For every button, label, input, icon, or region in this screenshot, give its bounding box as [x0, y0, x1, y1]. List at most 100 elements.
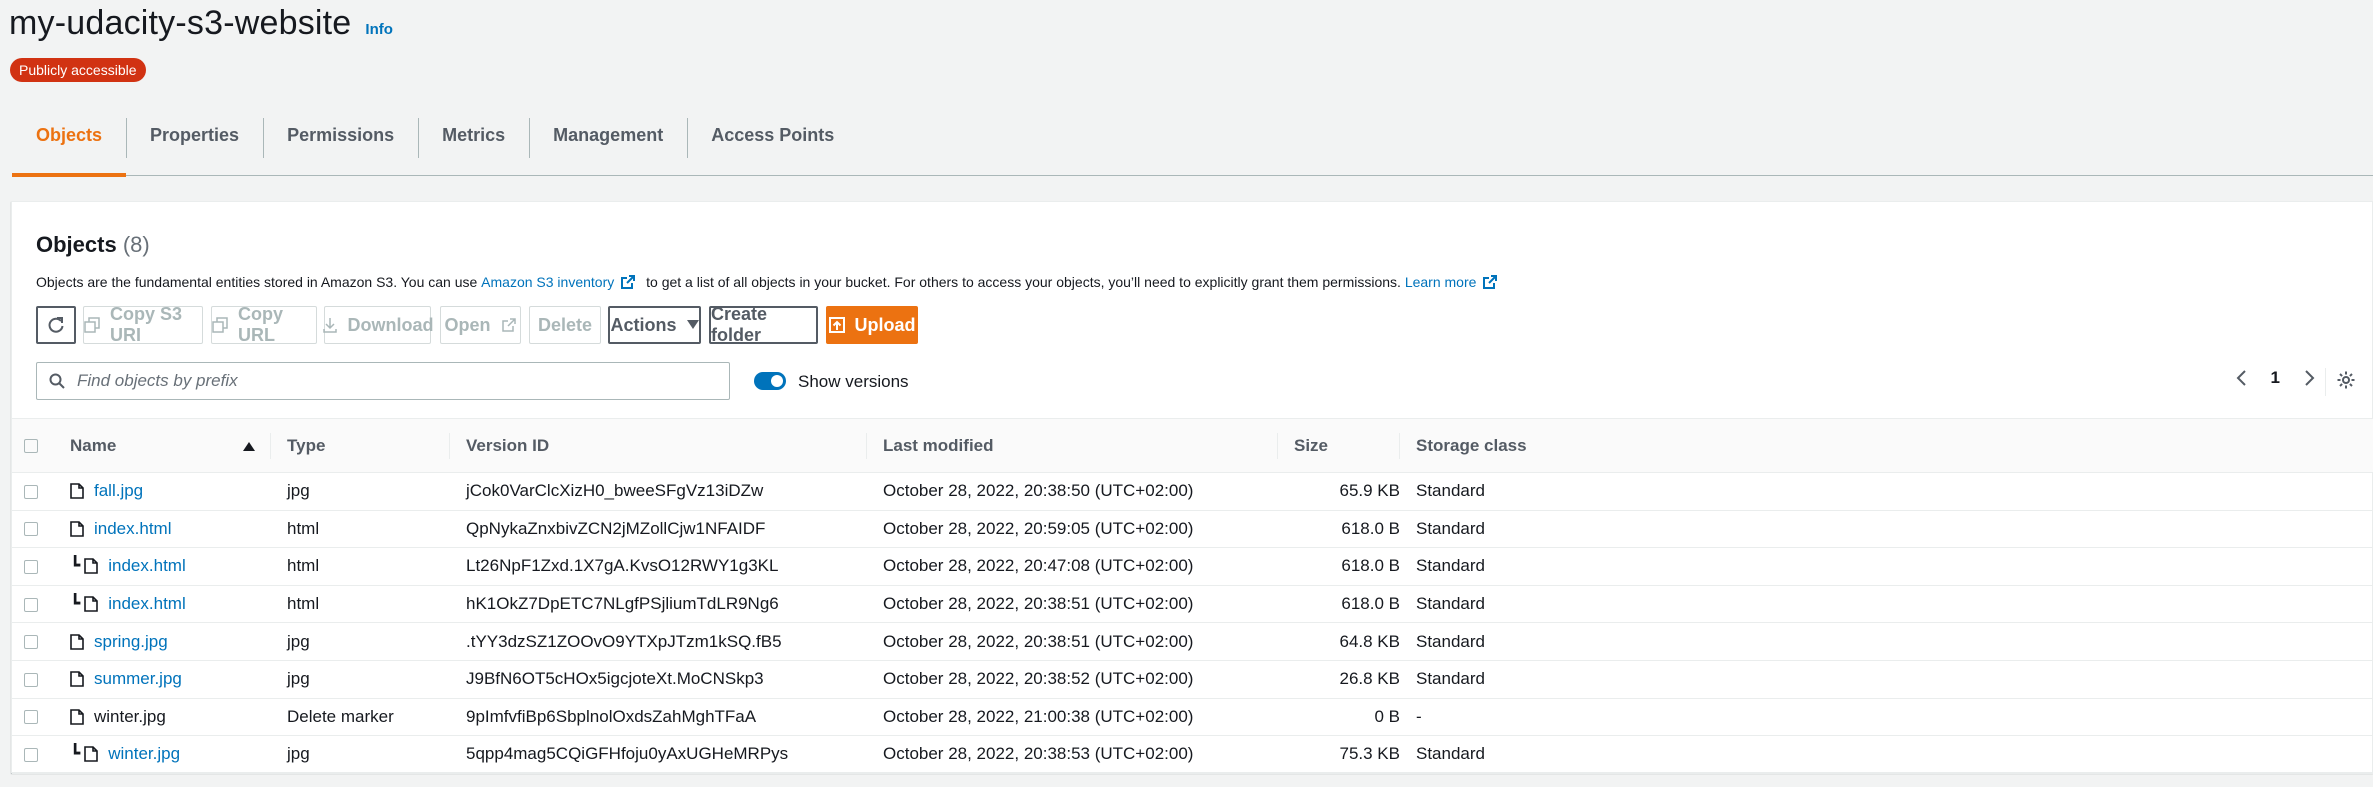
tab-management[interactable]: Management	[529, 112, 687, 176]
button-label: Create folder	[711, 304, 768, 345]
column-label: Storage class	[1416, 435, 1527, 455]
s3-inventory-link[interactable]: Amazon S3 inventory	[481, 274, 614, 290]
panel-description: Objects are the fundamental entities sto…	[36, 274, 1504, 290]
row-checkbox[interactable]	[24, 672, 38, 687]
row-checkbox[interactable]	[24, 635, 38, 650]
button-label: Copy S3 URI	[110, 304, 183, 345]
type-cell: jpg	[287, 669, 310, 689]
table-row[interactable]: summer.jpg jpg J9BfN6OT5cHOx5igcjoteXt.M…	[12, 660, 2373, 699]
column-header-last-modified[interactable]: Last modified	[867, 419, 1278, 473]
copy-s3-uri-button[interactable]: Copy S3 URI	[83, 304, 203, 345]
delete-button[interactable]: Delete	[529, 306, 601, 344]
tab-metrics[interactable]: Metrics	[418, 112, 529, 176]
table-row[interactable]: index.html html QpNykaZnxbivZCN2jMZollCj…	[12, 510, 2373, 548]
table-row[interactable]: ┗ index.html html Lt26NpF1Zxd.1X7gA.KvsO…	[12, 548, 2373, 586]
column-header-name[interactable]: Name	[58, 419, 271, 473]
column-label: Last modified	[883, 435, 994, 455]
file-icon	[70, 521, 84, 537]
object-link[interactable]: summer.jpg	[94, 669, 182, 689]
version-id-cell: hK1OkZ7DpETC7NLgfPSjliumTdLR9Ng6	[466, 594, 779, 614]
copy-url-button[interactable]: Copy URL	[211, 304, 317, 345]
table-row[interactable]: ┗ winter.jpg jpg 5qpp4mag5CQiGFHfoju0yAx…	[12, 736, 2373, 774]
column-header-size[interactable]: Size	[1278, 419, 1400, 473]
last-modified-cell: October 28, 2022, 20:38:51 (UTC+02:00)	[883, 594, 1194, 614]
refresh-button[interactable]	[36, 306, 76, 344]
type-cell: jpg	[287, 744, 310, 764]
object-link[interactable]: spring.jpg	[94, 632, 168, 652]
last-modified-cell: October 28, 2022, 20:38:51 (UTC+02:00)	[883, 631, 1194, 651]
tab-label: Permissions	[287, 125, 395, 145]
page-title: my-udacity-s3-website	[9, 4, 352, 42]
table-row[interactable]: ┗ index.html html hK1OkZ7DpETC7NLgfPSjli…	[12, 585, 2373, 623]
column-header-storage-class[interactable]: Storage class	[1400, 419, 2373, 473]
size-cell: 0 B	[1374, 706, 1400, 726]
tab-permissions[interactable]: Permissions	[263, 112, 418, 176]
chevron-right-icon[interactable]	[2304, 369, 2316, 387]
table-row[interactable]: fall.jpg jpg jCok0VarClcXizH0_bweeSFgVz1…	[12, 473, 2373, 511]
version-branch-icon: ┗	[70, 744, 81, 765]
button-label: Upload	[854, 314, 916, 335]
pagination: 1	[2235, 368, 2316, 388]
object-link[interactable]: index.html	[94, 519, 171, 539]
row-checkbox[interactable]	[24, 484, 38, 499]
file-icon	[70, 483, 84, 500]
row-checkbox[interactable]	[24, 522, 38, 537]
actions-dropdown[interactable]: Actions	[608, 306, 701, 344]
row-checkbox[interactable]	[24, 597, 38, 612]
tab-objects[interactable]: Objects	[12, 112, 127, 177]
public-access-badge: Publicly accessible	[10, 58, 146, 82]
tab-label: Objects	[36, 125, 103, 145]
info-link[interactable]: Info	[365, 21, 393, 38]
column-header-type[interactable]: Type	[271, 419, 450, 473]
row-checkbox[interactable]	[24, 560, 38, 574]
row-checkbox[interactable]	[24, 747, 38, 762]
object-version-link[interactable]: index.html	[108, 556, 185, 576]
column-header-version-id[interactable]: Version ID	[450, 419, 867, 473]
file-icon	[70, 671, 84, 688]
download-icon	[322, 318, 337, 333]
last-modified-cell: October 28, 2022, 20:38:52 (UTC+02:00)	[883, 669, 1194, 689]
storage-class-cell: Standard	[1416, 669, 1485, 689]
download-button[interactable]: Download	[322, 306, 434, 344]
type-cell: html	[287, 518, 320, 538]
button-label: Actions	[610, 314, 677, 335]
version-id-cell: .tYY3dzSZ1ZOOvO9YTXpJTzm1kSQ.fB5	[466, 631, 782, 651]
bucket-tabs: Objects Properties Permissions Metrics M…	[12, 112, 2373, 177]
tab-label: Metrics	[442, 125, 506, 145]
gear-icon[interactable]	[2336, 370, 2356, 390]
version-id-cell: jCok0VarClcXizH0_bweeSFgVz13iDZw	[466, 481, 764, 501]
table-row[interactable]: spring.jpg jpg .tYY3dzSZ1ZOOvO9YTXpJTzm1…	[12, 623, 2373, 661]
object-link[interactable]: fall.jpg	[94, 481, 143, 501]
page-number[interactable]: 1	[2271, 368, 2280, 388]
object-version-link[interactable]: winter.jpg	[108, 744, 180, 764]
table-header-row: Name Type Version ID Last modified Size …	[12, 418, 2373, 473]
learn-more-link[interactable]: Learn more	[1405, 274, 1477, 290]
table-row[interactable]: winter.jpg Delete marker 9pImfvfiBp6Sbpl…	[12, 698, 2373, 736]
objects-table: Name Type Version ID Last modified Size …	[12, 418, 2373, 774]
type-cell: html	[287, 594, 320, 614]
object-count: (8)	[122, 232, 150, 257]
upload-button[interactable]: Upload	[826, 306, 918, 344]
object-version-link[interactable]: index.html	[108, 594, 185, 614]
panel-title-text: Objects	[36, 232, 117, 257]
external-link-icon	[621, 275, 636, 289]
last-modified-cell: October 28, 2022, 20:38:50 (UTC+02:00)	[883, 481, 1194, 501]
column-label: Size	[1294, 435, 1329, 455]
chevron-left-icon[interactable]	[2235, 369, 2247, 387]
open-button[interactable]: Open	[440, 306, 521, 344]
create-folder-button[interactable]: Create folder	[709, 304, 818, 345]
tab-label: Management	[553, 125, 664, 145]
storage-class-cell: Standard	[1416, 744, 1485, 764]
show-versions-toggle[interactable]	[754, 372, 786, 390]
last-modified-cell: October 28, 2022, 20:38:53 (UTC+02:00)	[883, 744, 1194, 764]
divider	[2325, 368, 2326, 396]
button-label: Download	[347, 314, 434, 335]
objects-panel: Objects (8) Objects are the fundamental …	[11, 201, 2373, 774]
panel-title: Objects (8)	[36, 232, 150, 258]
row-checkbox[interactable]	[24, 710, 38, 725]
select-all-checkbox[interactable]	[24, 439, 38, 454]
tab-access-points[interactable]: Access Points	[687, 112, 858, 176]
search-input[interactable]	[75, 370, 715, 392]
column-label: Type	[287, 435, 326, 455]
tab-properties[interactable]: Properties	[126, 112, 263, 176]
